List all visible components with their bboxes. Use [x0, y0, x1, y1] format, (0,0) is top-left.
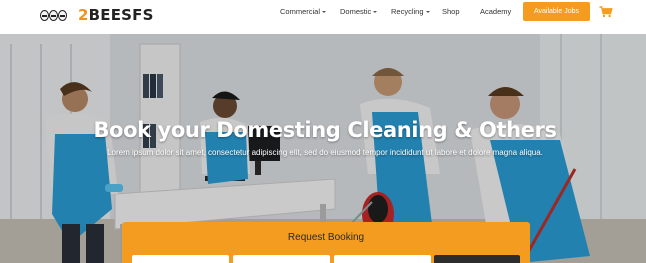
- booking-field-2[interactable]: [233, 255, 330, 263]
- brand-name: 2BEESFS: [78, 6, 154, 24]
- booking-title: Request Booking: [287, 232, 365, 243]
- booking-field-1[interactable]: [132, 255, 229, 263]
- nav-item-commercial[interactable]: Commercial: [280, 7, 327, 16]
- bees-icon: [40, 7, 76, 23]
- chevron-down-icon: [425, 11, 430, 14]
- nav-item-academy[interactable]: Academy: [480, 7, 511, 16]
- site-header: 2BEESFS Commercial Domestic Recycling Sh…: [0, 0, 646, 32]
- cart-icon[interactable]: [599, 6, 613, 18]
- nav-item-domestic[interactable]: Domestic: [340, 7, 378, 16]
- hero-title: Book your Domesting Cleaning & Others: [93, 118, 557, 142]
- brand-logo[interactable]: 2BEESFS: [40, 5, 154, 25]
- chevron-down-icon: [322, 11, 327, 14]
- booking-field-3[interactable]: [334, 255, 431, 263]
- booking-submit-button[interactable]: [434, 255, 520, 263]
- chevron-down-icon: [373, 11, 378, 14]
- hero-subtitle: Lorem ipsum dolor sit amet, consectetur …: [107, 148, 543, 157]
- available-jobs-button[interactable]: Available Jobs: [523, 2, 590, 21]
- nav-item-shop[interactable]: Shop: [442, 7, 460, 16]
- nav-item-recycling[interactable]: Recycling: [391, 7, 430, 16]
- request-booking-panel: Request Booking: [122, 222, 530, 263]
